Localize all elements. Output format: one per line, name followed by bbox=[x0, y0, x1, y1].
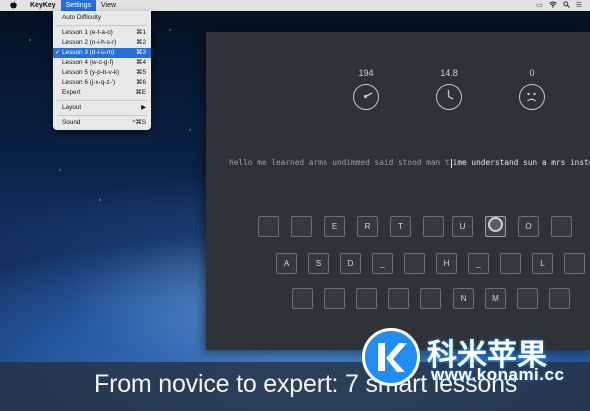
key-t[interactable]: T bbox=[390, 216, 411, 237]
display-icon[interactable]: ▭ bbox=[536, 1, 543, 10]
wifi-icon[interactable] bbox=[548, 1, 557, 10]
checkmark-icon: ✓ bbox=[54, 49, 61, 56]
key-o[interactable]: O bbox=[518, 216, 539, 237]
key-m[interactable]: M bbox=[485, 288, 506, 309]
settings-menu[interactable]: Settings bbox=[60, 0, 96, 11]
menu-bar: KeyKey Settings View ▭ ☰ bbox=[0, 0, 590, 11]
current-key-indicator bbox=[488, 217, 503, 232]
watermark-url: www.konami.cc bbox=[431, 365, 565, 384]
status-area: ▭ ☰ bbox=[536, 1, 582, 10]
view-menu[interactable]: View bbox=[96, 0, 121, 11]
menu-separator bbox=[57, 25, 147, 26]
key[interactable] bbox=[420, 288, 441, 309]
sad-face-icon bbox=[519, 84, 545, 110]
key[interactable] bbox=[500, 253, 521, 274]
search-icon[interactable] bbox=[563, 1, 570, 10]
clock-icon bbox=[436, 84, 462, 110]
menu-item-layout[interactable]: Layout ▶ bbox=[53, 103, 151, 113]
menu-item-expert[interactable]: Expert ⌘E bbox=[53, 88, 151, 98]
key-n[interactable]: N bbox=[453, 288, 474, 309]
menu-separator bbox=[57, 115, 147, 116]
remaining-text: ime understand sun a mrs instead a bbox=[452, 158, 590, 167]
key-r[interactable]: R bbox=[357, 216, 378, 237]
list-icon[interactable]: ☰ bbox=[576, 1, 582, 10]
speed-value: 194 bbox=[358, 68, 374, 78]
key-a[interactable]: A bbox=[276, 253, 297, 274]
key[interactable] bbox=[551, 216, 572, 237]
key[interactable] bbox=[292, 288, 313, 309]
key[interactable] bbox=[423, 216, 444, 237]
key-f[interactable]: _ bbox=[372, 253, 393, 274]
apple-icon[interactable] bbox=[9, 0, 17, 11]
typed-text: hello me learned arms undimmed said stoo… bbox=[229, 158, 450, 167]
key-l[interactable]: L bbox=[532, 253, 553, 274]
menu-item-lesson-1[interactable]: Lesson 1 (e-t-a-o) ⌘1 bbox=[53, 28, 151, 38]
menu-item-lesson-6[interactable]: Lesson 6 (j-x-q-z-') ⌘6 bbox=[53, 78, 151, 88]
speedometer-icon bbox=[353, 84, 379, 110]
key[interactable] bbox=[324, 288, 345, 309]
menu-separator bbox=[57, 100, 147, 101]
menu-item-auto-difficulty[interactable]: Auto Difficulty bbox=[53, 13, 151, 23]
settings-dropdown: Auto Difficulty Lesson 1 (e-t-a-o) ⌘1 Les… bbox=[53, 11, 151, 130]
key-u[interactable]: U bbox=[452, 216, 473, 237]
key-e[interactable]: E bbox=[324, 216, 345, 237]
practice-sentence: hello me learned arms undimmed said stoo… bbox=[229, 158, 590, 168]
key[interactable] bbox=[517, 288, 538, 309]
menu-item-lesson-4[interactable]: Lesson 4 (w-c-g-f) ⌘4 bbox=[53, 58, 151, 68]
menu-item-lesson-2[interactable]: Lesson 2 (n-i-h-s-r) ⌘2 bbox=[53, 38, 151, 48]
key-s[interactable]: S bbox=[308, 253, 329, 274]
key[interactable] bbox=[291, 216, 312, 237]
menu-item-lesson-5[interactable]: Lesson 5 (y-p-b-v-k) ⌘5 bbox=[53, 68, 151, 78]
menu-item-lesson-3[interactable]: ✓ Lesson 3 (d-l-u-m) ⌘3 bbox=[53, 48, 151, 58]
text-cursor bbox=[450, 158, 452, 168]
key[interactable] bbox=[549, 288, 570, 309]
key-h[interactable]: H bbox=[436, 253, 457, 274]
key[interactable] bbox=[404, 253, 425, 274]
key[interactable] bbox=[356, 288, 377, 309]
app-menu[interactable]: KeyKey bbox=[25, 0, 61, 11]
errors-value: 0 bbox=[529, 68, 535, 78]
key[interactable] bbox=[388, 288, 409, 309]
submenu-arrow-icon: ▶ bbox=[141, 104, 146, 111]
watermark-logo bbox=[362, 328, 420, 386]
key[interactable] bbox=[564, 253, 585, 274]
key-j[interactable]: _ bbox=[468, 253, 489, 274]
key-d[interactable]: D bbox=[340, 253, 361, 274]
menu-item-sound[interactable]: Sound ^⌘S bbox=[53, 118, 151, 128]
key[interactable] bbox=[258, 216, 279, 237]
time-value: 14.8 bbox=[440, 68, 458, 78]
